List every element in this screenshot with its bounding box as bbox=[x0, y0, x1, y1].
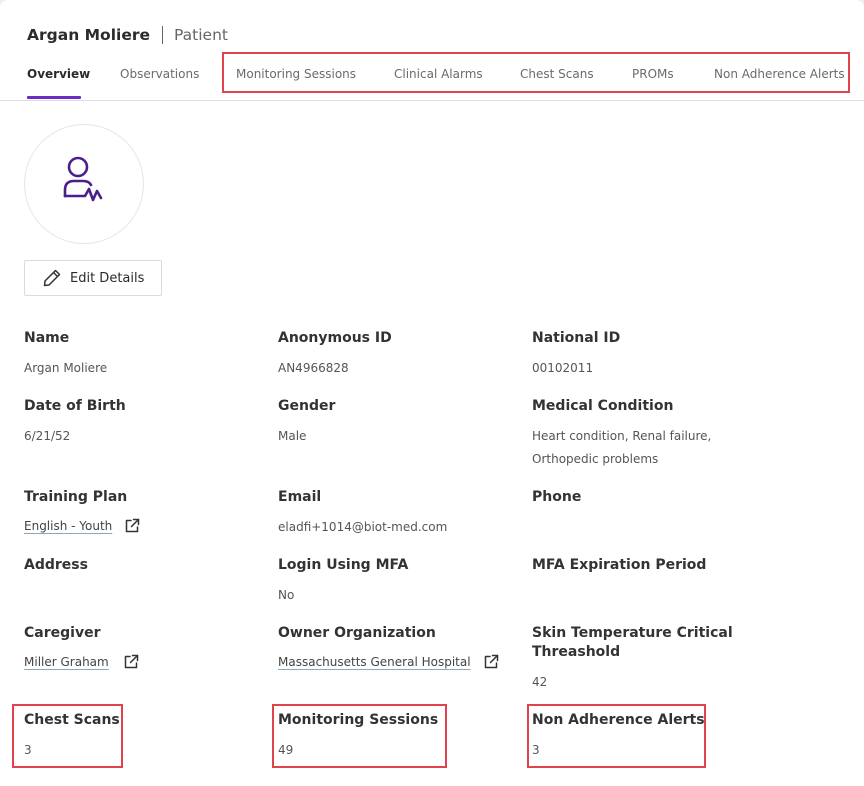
active-tab-indicator bbox=[27, 96, 81, 99]
caregiver-label: Caregiver bbox=[24, 625, 101, 641]
owner-organization-label: Owner Organization bbox=[278, 625, 436, 641]
email-label: Email bbox=[278, 489, 322, 505]
national-id-label: National ID bbox=[532, 330, 621, 346]
anonymous-id-label: Anonymous ID bbox=[278, 330, 392, 346]
chest-scans-label: Chest Scans bbox=[24, 712, 120, 728]
non-adherence-alerts-label: Non Adherence Alerts bbox=[532, 712, 705, 728]
date-of-birth-label: Date of Birth bbox=[24, 398, 126, 414]
page-title: Argan Moliere Patient bbox=[27, 23, 228, 47]
national-id-value: 00102011 bbox=[532, 361, 594, 375]
mfa-expiration-label: MFA Expiration Period bbox=[532, 557, 707, 573]
skin-temp-threshold-value: 42 bbox=[532, 675, 548, 689]
chest-scans-value: 3 bbox=[24, 743, 32, 757]
tab-overview[interactable]: Overview bbox=[27, 60, 90, 88]
patient-avatar-icon bbox=[61, 156, 107, 212]
medical-condition-label: Medical Condition bbox=[532, 398, 674, 414]
title-divider bbox=[162, 26, 163, 44]
name-value: Argan Moliere bbox=[24, 361, 108, 375]
tab-monitoring-sessions[interactable]: Monitoring Sessions bbox=[236, 60, 356, 88]
patient-name-title: Argan Moliere bbox=[27, 26, 150, 44]
gender-value: Male bbox=[278, 429, 307, 443]
tab-proms[interactable]: PROMs bbox=[632, 60, 674, 88]
email-value: eladfi+1014@biot-med.com bbox=[278, 520, 448, 534]
caregiver-link[interactable]: Miller Graham bbox=[24, 655, 109, 669]
gender-label: Gender bbox=[278, 398, 336, 414]
skin-temp-threshold-label: Skin Temperature Critical Threashold bbox=[532, 625, 733, 660]
patient-details-panel: Argan Moliere Patient Overview Observati… bbox=[0, 0, 864, 786]
training-plan-link[interactable]: English - Youth bbox=[24, 519, 112, 533]
date-of-birth-value: 6/21/52 bbox=[24, 429, 71, 443]
monitoring-sessions-value: 49 bbox=[278, 743, 294, 757]
external-link-icon[interactable] bbox=[483, 654, 499, 670]
address-label: Address bbox=[24, 557, 88, 573]
training-plan-link-group: English - Youth bbox=[24, 518, 140, 534]
medical-condition-value: Heart condition, Renal failure, Orthoped… bbox=[532, 429, 712, 466]
owner-organization-link-group: Massachusetts General Hospital bbox=[278, 654, 499, 670]
avatar bbox=[24, 124, 144, 244]
tab-clinical-alarms[interactable]: Clinical Alarms bbox=[394, 60, 483, 88]
tab-observations[interactable]: Observations bbox=[120, 60, 199, 88]
entity-type-label: Patient bbox=[174, 26, 228, 44]
monitoring-sessions-label: Monitoring Sessions bbox=[278, 712, 439, 728]
edit-details-label: Edit Details bbox=[70, 270, 145, 286]
external-link-icon[interactable] bbox=[124, 518, 140, 534]
phone-label: Phone bbox=[532, 489, 582, 505]
login-mfa-label: Login Using MFA bbox=[278, 557, 409, 573]
training-plan-label: Training Plan bbox=[24, 489, 128, 505]
name-label: Name bbox=[24, 330, 70, 346]
tab-bar: Overview Observations Monitoring Session… bbox=[0, 60, 864, 101]
tab-non-adherence-alerts[interactable]: Non Adherence Alerts bbox=[714, 60, 845, 88]
caregiver-link-group: Miller Graham bbox=[24, 654, 139, 670]
tab-chest-scans[interactable]: Chest Scans bbox=[520, 60, 594, 88]
pencil-icon bbox=[42, 268, 62, 288]
anonymous-id-value: AN4966828 bbox=[278, 361, 349, 375]
non-adherence-alerts-value: 3 bbox=[532, 743, 540, 757]
external-link-icon[interactable] bbox=[123, 654, 139, 670]
owner-organization-link[interactable]: Massachusetts General Hospital bbox=[278, 655, 471, 669]
login-mfa-value: No bbox=[278, 588, 295, 602]
edit-details-button[interactable]: Edit Details bbox=[24, 260, 162, 296]
